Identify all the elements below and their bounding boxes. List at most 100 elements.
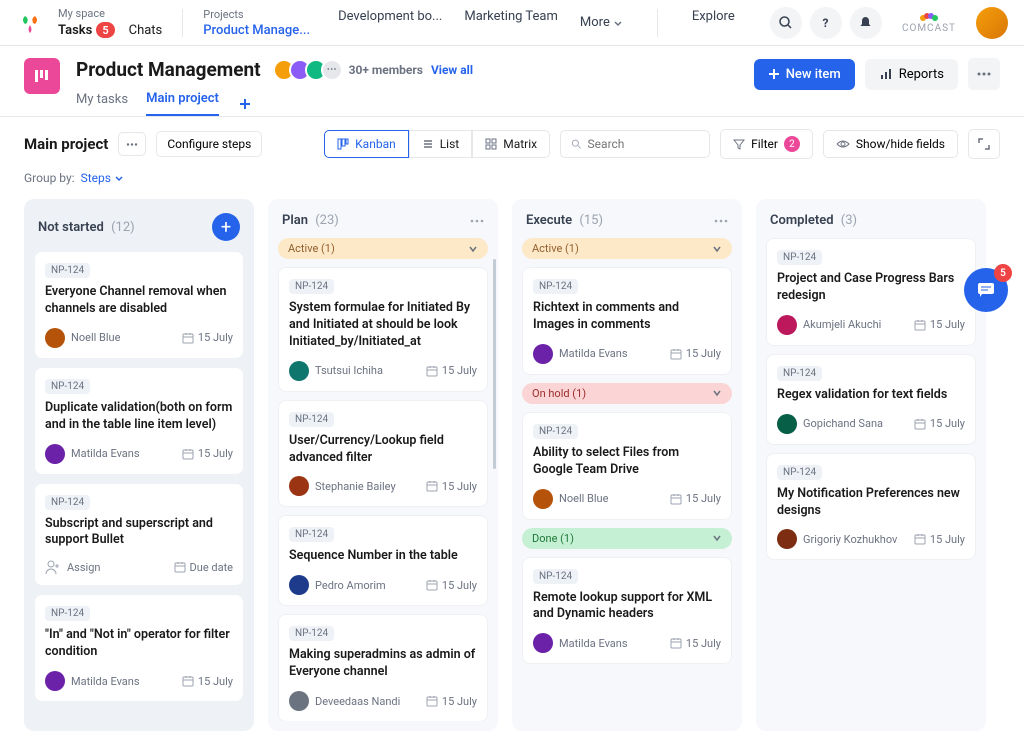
task-card[interactable]: NP-124 Sequence Number in the table Pedr… bbox=[278, 515, 488, 606]
task-card[interactable]: NP-124 Regex validation for text fields … bbox=[766, 354, 976, 445]
filter-count: 2 bbox=[784, 136, 800, 152]
kanban-board: Not started (12)+ NP-124 Everyone Channe… bbox=[0, 185, 1024, 745]
tasks-link[interactable]: Tasks 5 bbox=[58, 22, 115, 38]
card-date[interactable]: 15 July bbox=[182, 331, 233, 344]
scrollbar[interactable] bbox=[493, 259, 496, 469]
card-assignee[interactable]: Matilda Evans bbox=[533, 344, 628, 364]
task-card[interactable]: NP-124 Project and Case Progress Bars re… bbox=[766, 238, 976, 346]
column-menu-button[interactable] bbox=[470, 219, 484, 223]
nav-dev[interactable]: Development bo... bbox=[338, 9, 442, 37]
tab-mytasks[interactable]: My tasks bbox=[76, 92, 128, 115]
members-stack[interactable]: ⋯ bbox=[273, 59, 343, 81]
new-item-button[interactable]: New item bbox=[754, 59, 855, 90]
card-date[interactable]: 15 July bbox=[670, 347, 721, 360]
card-assignee[interactable]: Tsutsui Ichiha bbox=[289, 361, 383, 381]
card-footer: Stephanie Bailey 15 July bbox=[289, 476, 477, 496]
notifications-button[interactable] bbox=[850, 7, 882, 39]
card-user-name: Noell Blue bbox=[559, 492, 608, 505]
add-tab-button[interactable] bbox=[237, 96, 253, 112]
view-all-link[interactable]: View all bbox=[431, 63, 473, 77]
groupby-select[interactable]: Steps bbox=[81, 171, 124, 185]
task-card[interactable]: NP-124 Richtext in comments and Images i… bbox=[522, 267, 732, 375]
subgroup-onhold[interactable]: On hold (1) bbox=[522, 383, 732, 404]
task-card[interactable]: NP-124 System formulae for Initiated By … bbox=[278, 267, 488, 392]
subgroup-done[interactable]: Done (1) bbox=[522, 528, 732, 549]
tab-mainproject[interactable]: Main project bbox=[146, 91, 219, 116]
card-assignee[interactable]: Stephanie Bailey bbox=[289, 476, 396, 496]
reports-button[interactable]: Reports bbox=[865, 59, 958, 90]
nav-more[interactable]: More bbox=[580, 9, 623, 37]
card-date[interactable]: 15 July bbox=[182, 447, 233, 460]
card-date[interactable]: 15 July bbox=[426, 579, 477, 592]
showhide-button[interactable]: Show/hide fields bbox=[823, 130, 958, 158]
card-date[interactable]: 15 July bbox=[182, 675, 233, 688]
column-title: Plan bbox=[282, 213, 308, 228]
column-header: Completed (3) bbox=[766, 209, 976, 238]
filter-button[interactable]: Filter 2 bbox=[720, 129, 813, 159]
subgroup-active[interactable]: Active (1) bbox=[278, 238, 488, 259]
task-card[interactable]: NP-124 User/Currency/Lookup field advanc… bbox=[278, 400, 488, 508]
card-date[interactable]: 15 July bbox=[914, 417, 965, 430]
card-assignee[interactable]: Grigoriy Kozhukhov bbox=[777, 529, 897, 549]
card-user-name: Stephanie Bailey bbox=[315, 480, 396, 493]
configure-steps-button[interactable]: Configure steps bbox=[156, 131, 262, 157]
help-button[interactable]: ? bbox=[810, 7, 842, 39]
calendar-icon bbox=[914, 319, 926, 331]
view-matrix[interactable]: Matrix bbox=[472, 130, 550, 158]
user-avatar[interactable] bbox=[976, 7, 1008, 39]
project-more-button[interactable] bbox=[968, 58, 1000, 90]
card-date[interactable]: 15 July bbox=[670, 492, 721, 505]
card-assignee[interactable]: Matilda Evans bbox=[45, 671, 140, 691]
card-date[interactable]: 15 July bbox=[426, 695, 477, 708]
card-date[interactable]: 15 July bbox=[914, 318, 965, 331]
card-date[interactable]: 15 July bbox=[426, 364, 477, 377]
chats-link[interactable]: Chats bbox=[129, 23, 163, 38]
breadcrumb-parent[interactable]: Projects bbox=[203, 8, 310, 21]
nav-explore[interactable]: Explore bbox=[692, 9, 735, 37]
chart-icon bbox=[879, 67, 893, 81]
card-assignee[interactable]: Noell Blue bbox=[533, 489, 608, 509]
project-icon[interactable] bbox=[24, 58, 60, 94]
card-title: Ability to select Files from Google Team… bbox=[533, 445, 721, 479]
nav-links: Development bo... Marketing Team More Ex… bbox=[338, 9, 735, 37]
task-card[interactable]: NP-124 "In" and "Not in" operator for fi… bbox=[34, 594, 244, 702]
card-date[interactable]: Due date bbox=[174, 561, 233, 574]
card-date[interactable]: 15 July bbox=[914, 533, 965, 546]
view-list[interactable]: List bbox=[409, 130, 473, 158]
brand-logo: COMCAST bbox=[902, 11, 956, 34]
search-button[interactable] bbox=[770, 7, 802, 39]
card-date[interactable]: 15 July bbox=[426, 480, 477, 493]
chat-fab[interactable]: 5 bbox=[964, 268, 1008, 312]
task-card[interactable]: NP-124 Remote lookup support for XML and… bbox=[522, 557, 732, 665]
nav-marketing[interactable]: Marketing Team bbox=[464, 9, 558, 37]
chevron-icon bbox=[712, 534, 722, 542]
card-assignee[interactable]: Deveedaas Nandi bbox=[289, 691, 400, 711]
task-card[interactable]: NP-124 Duplicate validation(both on form… bbox=[34, 367, 244, 475]
card-assignee[interactable]: Pedro Amorim bbox=[289, 575, 386, 595]
add-card-button[interactable]: + bbox=[212, 213, 240, 241]
toolbar-more-button[interactable] bbox=[118, 132, 146, 156]
user-avatar bbox=[45, 328, 65, 348]
card-assignee[interactable]: Matilda Evans bbox=[533, 633, 628, 653]
search-box[interactable] bbox=[560, 130, 710, 158]
card-assignee[interactable]: Matilda Evans bbox=[45, 444, 140, 464]
card-title: Richtext in comments and Images in comme… bbox=[533, 300, 721, 334]
task-card[interactable]: NP-124 Ability to select Files from Goog… bbox=[522, 412, 732, 520]
app-logo[interactable] bbox=[16, 9, 44, 37]
breadcrumb-current[interactable]: Product Manage... bbox=[203, 23, 310, 38]
task-card[interactable]: NP-124 Everyone Channel removal when cha… bbox=[34, 251, 244, 359]
card-assignee[interactable]: Assign bbox=[45, 559, 100, 575]
task-card[interactable]: NP-124 Making superadmins as admin of Ev… bbox=[278, 614, 488, 721]
search-input[interactable] bbox=[588, 137, 700, 151]
subgroup-active[interactable]: Active (1) bbox=[522, 238, 732, 259]
card-assignee[interactable]: Noell Blue bbox=[45, 328, 120, 348]
card-assignee[interactable]: Akumjeli Akuchi bbox=[777, 315, 881, 335]
card-assignee[interactable]: Gopichand Sana bbox=[777, 414, 883, 434]
plus-icon bbox=[237, 96, 253, 112]
task-card[interactable]: NP-124 Subscript and superscript and sup… bbox=[34, 483, 244, 587]
expand-button[interactable] bbox=[968, 129, 1000, 159]
task-card[interactable]: NP-124 My Notification Preferences new d… bbox=[766, 453, 976, 561]
card-date[interactable]: 15 July bbox=[670, 637, 721, 650]
column-menu-button[interactable] bbox=[714, 219, 728, 223]
view-kanban[interactable]: Kanban bbox=[324, 130, 409, 158]
